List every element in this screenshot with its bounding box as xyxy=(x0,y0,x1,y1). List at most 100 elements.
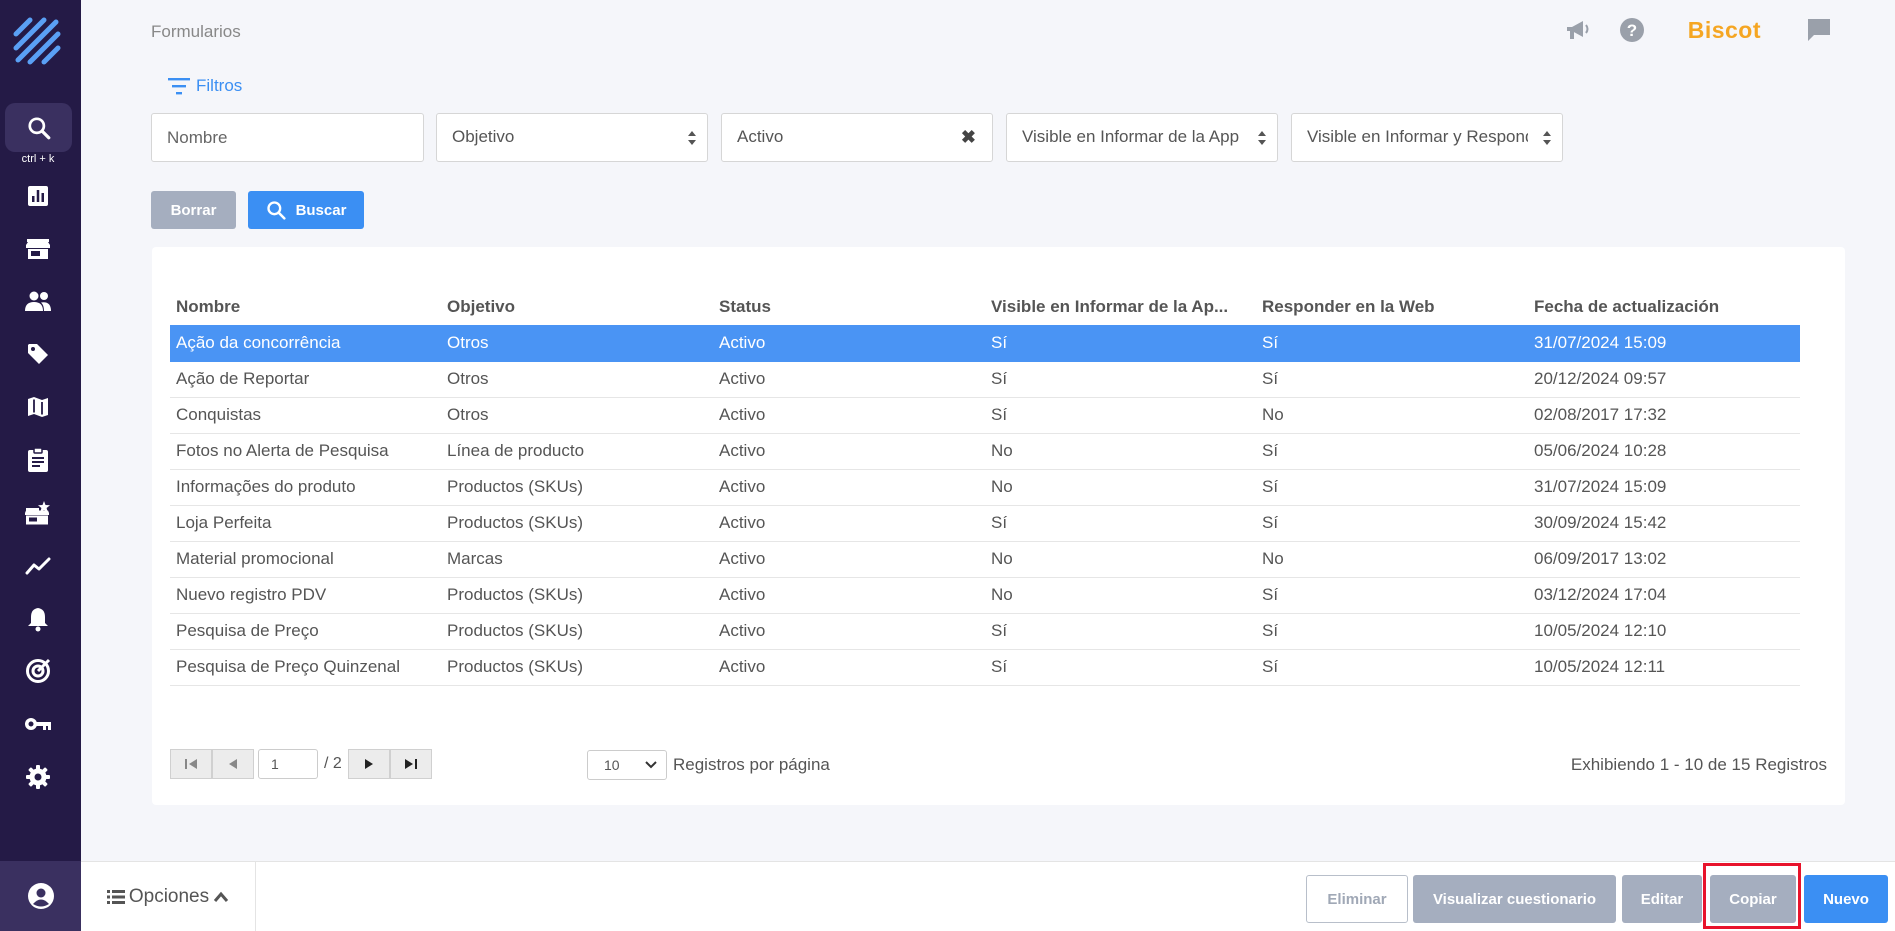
brand-logo[interactable]: Biscot xyxy=(1688,17,1761,44)
table-row[interactable]: Loja Perfeita Productos (SKUs) Activo Sí Sí 3… xyxy=(170,505,1800,542)
key-icon xyxy=(25,718,51,730)
sort-arrows-icon xyxy=(1543,131,1551,145)
cell-nombre: Conquistas xyxy=(170,397,441,434)
column-header-nombre[interactable]: Nombre xyxy=(170,288,441,325)
cell-visible-app: No xyxy=(985,433,1256,470)
sidebar-item-map[interactable] xyxy=(22,391,54,423)
view-questionnaire-button[interactable]: Visualizar cuestionario xyxy=(1413,875,1616,923)
cell-status: Activo xyxy=(713,433,985,470)
prev-page-icon xyxy=(229,759,237,769)
table-row[interactable]: Pesquisa de Preço Quinzenal Productos (SK… xyxy=(170,649,1800,686)
page-number-input[interactable]: 1 xyxy=(258,749,318,779)
objective-select-value: Objetivo xyxy=(452,127,515,146)
table-row[interactable]: Ação da concorrência Otros Activo Sí Sí 31/07… xyxy=(170,325,1800,362)
cell-status: Activo xyxy=(713,397,985,434)
cell-fecha: 20/12/2024 09:57 xyxy=(1528,361,1800,398)
cell-visible-app: Sí xyxy=(985,361,1256,398)
visible-informar-select[interactable]: Visible en Informar y Responder xyxy=(1291,113,1563,162)
status-select-value: Activo xyxy=(737,127,784,146)
table-row[interactable]: Conquistas Otros Activo Sí No 02/08/2017 17:3… xyxy=(170,397,1800,434)
options-label: Opciones xyxy=(128,886,210,907)
prev-page-button[interactable] xyxy=(212,749,254,779)
column-header-status[interactable]: Status xyxy=(713,288,985,325)
map-icon xyxy=(28,397,48,417)
delete-button[interactable]: Eliminar xyxy=(1306,875,1408,923)
help-button[interactable]: ? xyxy=(1616,14,1648,46)
bell-icon xyxy=(28,608,48,632)
options-menu-button[interactable]: Opciones xyxy=(81,862,256,931)
clear-filters-button[interactable]: Borrar xyxy=(151,191,236,229)
table-row[interactable]: Fotos no Alerta de Pesquisa Línea de prod… xyxy=(170,433,1800,470)
cell-status: Activo xyxy=(713,649,985,686)
pagination: 1 / 2 xyxy=(170,749,432,779)
first-page-button[interactable] xyxy=(170,749,212,779)
per-page-select[interactable]: 10 xyxy=(587,750,667,780)
cell-responder-web: Sí xyxy=(1256,469,1528,506)
sidebar-search-button[interactable] xyxy=(5,103,72,152)
cell-responder-web: Sí xyxy=(1256,613,1528,650)
next-page-button[interactable] xyxy=(347,749,390,779)
column-header-visible-app[interactable]: Visible en Informar de la Ap... xyxy=(985,288,1256,325)
next-page-icon xyxy=(364,759,373,769)
cell-fecha: 31/07/2024 15:09 xyxy=(1528,469,1800,506)
sidebar-item-store-highlights[interactable] xyxy=(22,497,54,529)
chart-icon xyxy=(28,186,48,206)
action-footer: Opciones Eliminar Visualizar cuestionari… xyxy=(81,861,1895,931)
cell-visible-app: Sí xyxy=(985,325,1256,362)
cell-objetivo: Productos (SKUs) xyxy=(441,505,713,542)
cell-nombre: Pesquisa de Preço Quinzenal xyxy=(170,649,441,686)
sidebar-item-users[interactable] xyxy=(22,285,54,317)
cell-fecha: 31/07/2024 15:09 xyxy=(1528,325,1800,362)
cell-visible-app: Sí xyxy=(985,649,1256,686)
last-page-button[interactable] xyxy=(389,749,432,779)
cell-status: Activo xyxy=(713,577,985,614)
name-filter-input[interactable]: Nombre xyxy=(151,113,424,162)
help-icon: ? xyxy=(1619,18,1644,42)
per-page-label: Registros por página xyxy=(673,755,830,774)
sidebar-item-access[interactable] xyxy=(22,708,54,740)
sidebar-item-settings[interactable] xyxy=(22,761,54,793)
table-row[interactable]: Ação de Reportar Otros Activo Sí Sí 20/12/202… xyxy=(170,361,1800,398)
chevron-down-icon xyxy=(645,761,657,769)
sidebar-item-trends[interactable] xyxy=(22,550,54,582)
per-page-value: 10 xyxy=(604,757,620,773)
cell-responder-web: No xyxy=(1256,397,1528,434)
cell-status: Activo xyxy=(713,613,985,650)
table-row[interactable]: Informações do produto Productos (SKUs) Ac… xyxy=(170,469,1800,506)
column-header-objetivo[interactable]: Objetivo xyxy=(441,288,713,325)
column-header-responder-web[interactable]: Responder en la Web xyxy=(1256,288,1528,325)
table-row[interactable]: Nuevo registro PDV Productos (SKUs) Activo… xyxy=(170,577,1800,614)
sidebar-item-reports[interactable] xyxy=(22,180,54,212)
column-header-fecha[interactable]: Fecha de actualización xyxy=(1528,288,1800,325)
cell-fecha: 05/06/2024 10:28 xyxy=(1528,433,1800,470)
chat-button[interactable] xyxy=(1803,14,1835,46)
cell-visible-app: No xyxy=(985,541,1256,578)
users-icon xyxy=(25,291,51,311)
trend-icon xyxy=(25,557,51,575)
sidebar-item-stores[interactable] xyxy=(22,233,54,265)
sidebar-item-goals[interactable] xyxy=(22,655,54,687)
svg-text:?: ? xyxy=(1627,21,1637,40)
sidebar-item-alerts[interactable] xyxy=(22,603,54,635)
status-select[interactable]: Activo ✖ xyxy=(721,113,993,162)
table-row[interactable]: Pesquisa de Preço Productos (SKUs) Activo S… xyxy=(170,613,1800,650)
sidebar-item-tags[interactable] xyxy=(22,338,54,370)
edit-button[interactable]: Editar xyxy=(1622,875,1702,923)
clear-status-icon[interactable]: ✖ xyxy=(961,127,976,148)
sidebar-item-forms[interactable] xyxy=(22,444,54,476)
filters-toggle[interactable]: Filtros xyxy=(168,76,242,96)
store-icon xyxy=(26,239,50,259)
table-row[interactable]: Material promocional Marcas Activo No No 06/0… xyxy=(170,541,1800,578)
visible-app-select[interactable]: Visible en Informar de la App xyxy=(1006,113,1278,162)
cell-visible-app: Sí xyxy=(985,613,1256,650)
new-button[interactable]: Nuevo xyxy=(1804,875,1888,923)
search-button[interactable]: Buscar xyxy=(248,191,364,229)
objective-select[interactable]: Objetivo xyxy=(436,113,708,162)
announcements-button[interactable] xyxy=(1562,14,1594,46)
filter-icon xyxy=(168,78,190,95)
cell-nombre: Ação da concorrência xyxy=(170,325,441,362)
user-account-button[interactable] xyxy=(0,861,81,931)
name-filter-placeholder: Nombre xyxy=(167,127,228,147)
cell-objetivo: Otros xyxy=(441,361,713,398)
app-logo-icon[interactable] xyxy=(12,16,64,68)
